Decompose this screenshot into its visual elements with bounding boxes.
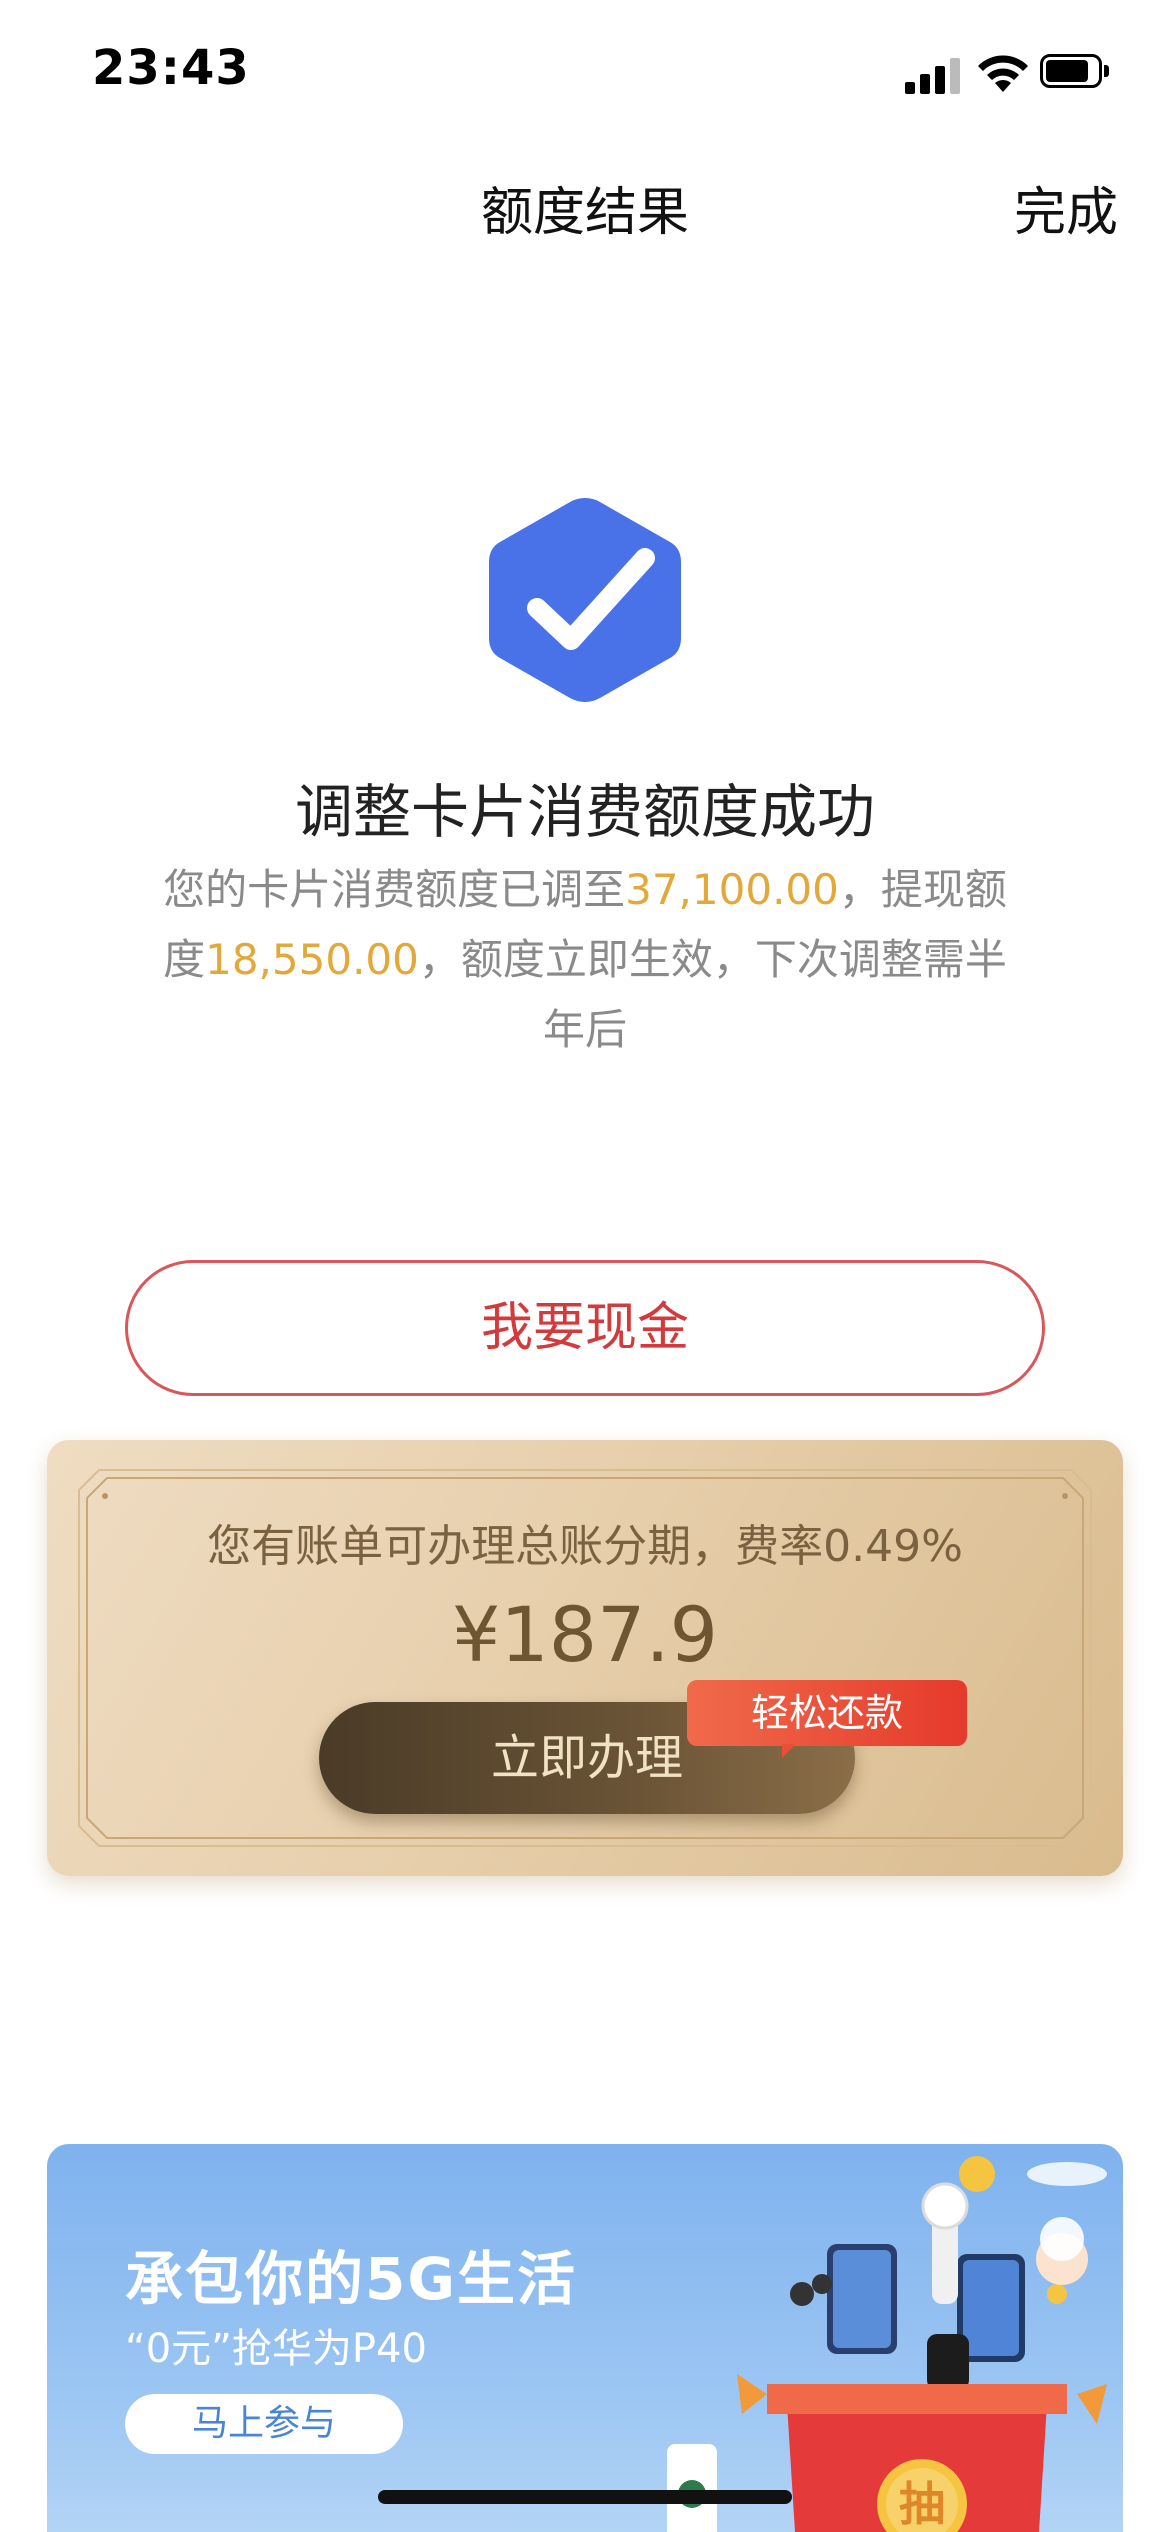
promo-title: 承包你的5G生活 [125,2245,577,2313]
status-bar: 23:43 [0,0,1170,140]
done-button[interactable]: 完成 [1014,170,1118,245]
page: 23:43 额度结果 完成 调整卡片消费额度成功 您的卡片消费额度已调至37,1… [0,0,1170,2532]
promo-subtitle: “0元”抢华为P40 [125,2326,427,2372]
prize-illustration: 抽 [667,2156,1107,2532]
desc-text-3: ，额度立即生效，下次调整需半年后 [418,935,1007,1054]
installment-amount: ¥187.9 [452,1590,718,1679]
easy-repay-badge: 轻松还款 [687,1680,967,1746]
status-time: 23:43 [92,40,250,96]
lottery-char: 抽 [899,2477,945,2531]
promo-banner[interactable]: 承包你的5G生活 “0元”抢华为P40 马上参与 抽 [47,2144,1123,2532]
get-cash-button[interactable]: 我要现金 [125,1260,1045,1396]
battery-icon [1040,54,1112,90]
installment-info-text: 您有账单可办理总账分期，费率0.49% [207,1521,963,1572]
result-description: 您的卡片消费额度已调至37,100.00，提现额度18,550.00，额度立即生… [150,855,1020,1065]
page-title: 额度结果 [480,183,689,243]
badge-tail-decoration [782,1744,796,1758]
home-indicator[interactable] [378,2490,792,2504]
desc-text-1: 您的卡片消费额度已调至 [163,865,626,914]
wifi-icon [978,55,1028,92]
cash-limit-value: 18,550.00 [205,935,419,984]
success-check-icon [489,498,681,702]
join-now-button[interactable]: 马上参与 [125,2394,403,2454]
installment-card: 您有账单可办理总账分期，费率0.49% ¥187.9 立即办理 轻松还款 [47,1440,1123,1876]
consume-limit-value: 37,100.00 [625,865,839,914]
result-title: 调整卡片消费额度成功 [294,778,875,846]
cellular-signal-icon [905,56,965,94]
